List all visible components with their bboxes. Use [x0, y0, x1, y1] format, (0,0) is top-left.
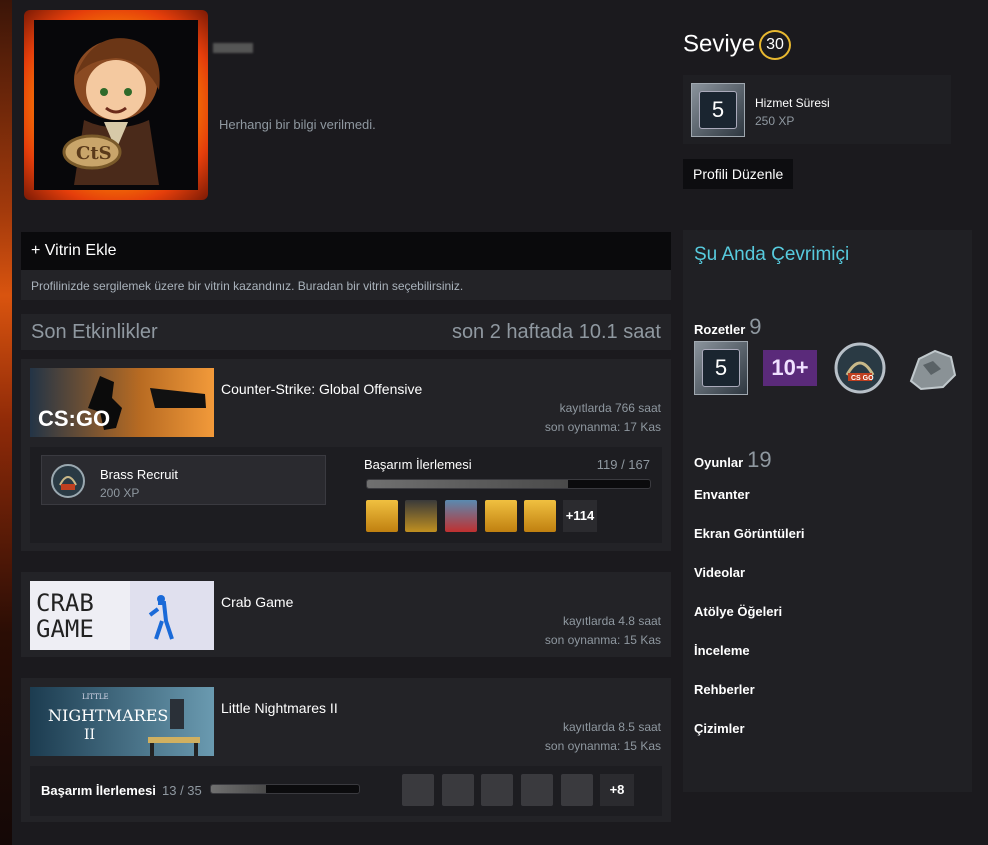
persona-name-blurred	[213, 43, 253, 53]
game-name-crab-game[interactable]: Crab Game	[221, 594, 293, 610]
achievement-100-smg-icon[interactable]	[485, 500, 517, 532]
recent-game-csgo: CS:GO Counter-Strike: Global Offensive k…	[21, 359, 671, 551]
games-link[interactable]: Oyunlar 19	[694, 447, 772, 473]
game-last-played-csgo: son oynanma: 17 Kas	[544, 420, 661, 434]
achievement-hat-icon[interactable]	[442, 774, 474, 806]
guides-link[interactable]: Rehberler	[694, 682, 755, 697]
badges-link[interactable]: Rozetler 9	[694, 314, 762, 340]
game-capsule-csgo[interactable]: CS:GO	[30, 368, 214, 437]
edit-profile-button[interactable]: Profili Düzenle	[683, 159, 794, 189]
achievement-progress-fill	[367, 480, 568, 488]
ten-plus-games-badge-icon[interactable]: 10+	[763, 350, 817, 386]
achievement-progress-bar	[366, 479, 651, 489]
achievement-100-ak-icon[interactable]	[524, 500, 556, 532]
achievement-door-icon[interactable]	[561, 774, 593, 806]
achievement-progress-fill	[211, 785, 266, 793]
favorite-badge-card[interactable]: 5 Hizmet Süresi 250 XP	[683, 75, 951, 144]
svg-text:LITTLE: LITTLE	[82, 693, 109, 701]
csgo-capsule-art: CS:GO	[30, 368, 214, 437]
recent-game-little-nightmares-2: LITTLE NIGHTMARES II Little Nightmares I…	[21, 678, 671, 822]
svg-text:CS GO: CS GO	[851, 375, 874, 382]
svg-text:GAME: GAME	[36, 615, 94, 643]
svg-text:CRAB: CRAB	[36, 589, 94, 617]
screenshots-link[interactable]: Ekran Görüntüleri	[694, 526, 805, 541]
game-last-played-crab-game: son oynanma: 15 Kas	[544, 633, 661, 647]
achievement-chair-icon[interactable]	[402, 774, 434, 806]
level-header: Seviye 30	[683, 30, 792, 60]
svg-text:CtS: CtS	[76, 143, 112, 164]
recent-activity-title: Son Etkinlikler	[31, 320, 158, 343]
rank-card[interactable]: Brass Recruit 200 XP	[41, 455, 326, 505]
add-showcase-button[interactable]: + Vitrin Ekle	[21, 232, 671, 270]
years-of-service-badge-icon[interactable]: 5	[694, 341, 748, 395]
recent-playtime: son 2 haftada 10.1 saat	[451, 320, 661, 343]
avatar-character-image: CtS	[34, 20, 198, 190]
game-name-little-nightmares-2[interactable]: Little Nightmares II	[221, 700, 338, 716]
recent-activity-header: Son Etkinlikler son 2 haftada 10.1 saat	[21, 314, 671, 350]
years-of-service-badge-icon: 5	[691, 83, 745, 137]
game-hours-little-nightmares-2: kayıtlarda 8.5 saat	[562, 720, 661, 734]
little-nightmares-achievements: Başarım İlerlemesi 13 / 35 +8	[30, 766, 662, 816]
crab-game-capsule-art: CRAB GAME	[30, 581, 214, 650]
game-hours-csgo: kayıtlarda 766 saat	[559, 401, 661, 415]
badges-count: 9	[749, 314, 762, 339]
game-hours-crab-game: kayıtlarda 4.8 saat	[562, 614, 661, 628]
svg-text:II: II	[84, 727, 95, 743]
svg-text:CS:GO: CS:GO	[38, 406, 110, 431]
game-capsule-crab-game[interactable]: CRAB GAME	[30, 581, 214, 650]
achievement-cross-icon[interactable]	[521, 774, 553, 806]
profile-sidebar: Şu Anda Çevrimiçi Rozetler 9 5 10+ CS GO …	[683, 230, 972, 792]
achievement-count: 119 / 167	[596, 457, 650, 472]
workshop-items-link[interactable]: Atölye Öğeleri	[694, 604, 782, 619]
videos-link[interactable]: Videolar	[694, 565, 745, 580]
csgo-service-medal-icon[interactable]: CS GO	[833, 341, 887, 395]
achievement-count: 13 / 35	[162, 783, 202, 798]
rank-name: Brass Recruit	[100, 467, 179, 482]
rank-xp: 200 XP	[100, 486, 140, 500]
achievement-buildings-icon[interactable]	[481, 774, 513, 806]
badge-title: Hizmet Süresi	[755, 96, 830, 110]
online-status: Şu Anda Çevrimiçi	[694, 244, 850, 265]
reviews-link[interactable]: İnceleme	[694, 643, 750, 658]
badge-xp: 250 XP	[755, 114, 795, 128]
avatar-frame: CtS	[24, 10, 208, 200]
profile-summary: Herhangi bir bilgi verilmedi.	[219, 117, 376, 132]
recent-game-crab-game: CRAB GAME Crab Game kayıtlarda 4.8 saat …	[21, 572, 671, 657]
more-achievements-button[interactable]: +114	[563, 500, 597, 532]
level-ring[interactable]: 30	[759, 30, 792, 60]
svg-text:NIGHTMARES: NIGHTMARES	[48, 706, 168, 725]
avatar[interactable]: CtS	[34, 20, 198, 190]
inventory-link[interactable]: Envanter	[694, 487, 750, 502]
level-label: Seviye	[683, 30, 756, 58]
brass-recruit-icon	[51, 464, 85, 498]
game-name-csgo[interactable]: Counter-Strike: Global Offensive	[221, 381, 422, 397]
artwork-link[interactable]: Çizimler	[694, 721, 745, 736]
achievement-progress-bar	[210, 784, 360, 794]
achievement-progress-label: Başarım İlerlemesi	[364, 457, 472, 472]
more-achievements-button[interactable]: +8	[600, 774, 634, 806]
showcase-description: Profilinizde sergilemek üzere bir vitrin…	[21, 270, 671, 300]
game-capsule-little-nightmares-2[interactable]: LITTLE NIGHTMARES II	[30, 687, 214, 756]
achievement-progress-label: Başarım İlerlemesi	[41, 783, 156, 798]
game-last-played-little-nightmares-2: son oynanma: 15 Kas	[544, 739, 661, 753]
achievement-knife-fight-icon[interactable]	[445, 500, 477, 532]
achievement-100-rifle-icon[interactable]	[366, 500, 398, 532]
achievement-dollar-icon[interactable]	[405, 500, 437, 532]
rock-badge-icon[interactable]	[905, 341, 959, 395]
games-count: 19	[747, 447, 772, 472]
little-nightmares-capsule-art: LITTLE NIGHTMARES II	[30, 687, 214, 756]
csgo-details: Brass Recruit 200 XP Başarım İlerlemesi …	[30, 447, 662, 543]
